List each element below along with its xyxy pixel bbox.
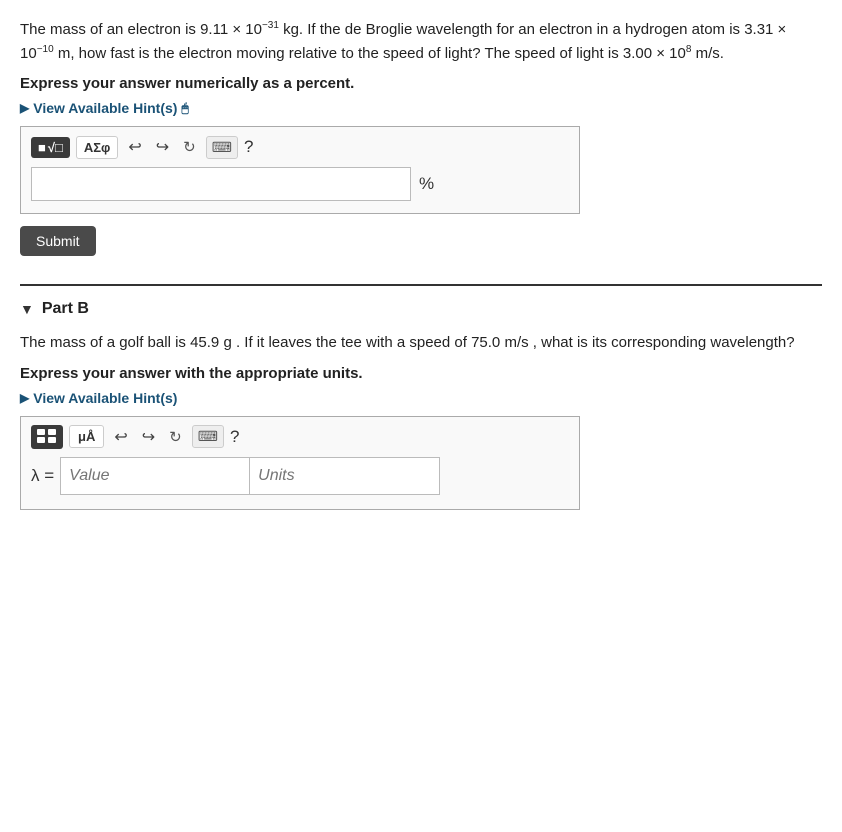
part-b-title: Part B <box>42 300 89 318</box>
units-input[interactable] <box>250 457 440 495</box>
keyboard-icon: ⌨ <box>212 139 232 155</box>
part-b-problem-text: The mass of a golf ball is 45.9 g . If i… <box>20 332 822 355</box>
part-a-answer-box: ■ √□ ΑΣφ ↩ ↪ ↻ ⌨ ? % <box>20 126 580 214</box>
keyboard-button[interactable]: ⌨ <box>206 136 238 159</box>
refresh-button[interactable]: ↻ <box>179 136 200 158</box>
help-icon[interactable]: ? <box>244 137 253 157</box>
part-b-instruction: Express your answer with the appropriate… <box>20 365 822 382</box>
part-b-label: ▼ Part B <box>20 300 822 318</box>
part-b-keyboard-button[interactable]: ⌨ <box>192 425 224 448</box>
part-b-hint-link-label: View Available Hint(s) <box>33 390 177 406</box>
part-b-answer-box: μÅ ↩ ↪ ↻ ⌨ ? λ = <box>20 416 580 510</box>
redo-button[interactable]: ↪ <box>152 135 173 159</box>
exponent-2: −10 <box>37 44 54 55</box>
section-divider <box>20 284 822 286</box>
hint-arrow-icon: ▶ <box>20 101 29 115</box>
mua-button[interactable]: μÅ <box>69 425 104 448</box>
part-a-unit-label: % <box>419 174 434 194</box>
sqrt-button[interactable]: ■ √□ <box>31 137 70 158</box>
exponent-1: −31 <box>262 20 279 31</box>
problem-text-1: The mass of an electron is 9.11 × 10 <box>20 21 262 38</box>
submit-button[interactable]: Submit <box>20 226 96 256</box>
part-a-answer-input[interactable] <box>31 167 411 201</box>
sqrt-label: √□ <box>48 140 63 155</box>
matrix-button[interactable] <box>31 425 63 449</box>
part-b-help-icon[interactable]: ? <box>230 427 239 447</box>
undo-button[interactable]: ↩ <box>124 135 145 159</box>
part-b-hint-arrow-icon: ▶ <box>20 391 29 405</box>
hint-cursor-icon: 🖱 <box>181 101 188 116</box>
part-b-refresh-button[interactable]: ↻ <box>165 426 186 448</box>
value-input[interactable] <box>60 457 250 495</box>
part-b-redo-button[interactable]: ↪ <box>138 425 159 449</box>
redo-icon: ↪ <box>156 139 169 156</box>
part-b-input-row: λ = <box>31 457 569 495</box>
matrix-grid-icon <box>37 429 57 445</box>
sqrt-icon: ■ <box>38 140 46 155</box>
part-b-arrow: ▼ <box>20 301 34 317</box>
problem-text-4: m/s. <box>691 45 724 62</box>
lambda-label: λ = <box>31 457 54 495</box>
mua-label: μÅ <box>78 429 95 444</box>
part-b-refresh-icon: ↻ <box>169 429 182 446</box>
part-a-hint-link[interactable]: ▶ View Available Hint(s) 🖱 <box>20 100 822 116</box>
part-b-redo-icon: ↪ <box>142 429 155 446</box>
part-a-input-row: % <box>31 167 569 201</box>
part-a-problem-text: The mass of an electron is 9.11 × 10−31 … <box>20 18 822 65</box>
part-a-toolbar: ■ √□ ΑΣφ ↩ ↪ ↻ ⌨ ? <box>31 135 569 159</box>
greek-button[interactable]: ΑΣφ <box>76 136 119 159</box>
problem-text-3: m, how fast is the electron moving relat… <box>54 45 686 62</box>
hint-link-label: View Available Hint(s) <box>33 100 177 116</box>
part-b-hint-link[interactable]: ▶ View Available Hint(s) <box>20 390 822 406</box>
refresh-icon: ↻ <box>183 139 196 156</box>
part-a-instruction: Express your answer numerically as a per… <box>20 75 822 92</box>
page: The mass of an electron is 9.11 × 10−31 … <box>0 0 842 832</box>
part-b-toolbar: μÅ ↩ ↪ ↻ ⌨ ? <box>31 425 569 449</box>
part-b-keyboard-icon: ⌨ <box>198 428 218 444</box>
undo-icon: ↩ <box>128 139 141 156</box>
greek-label: ΑΣφ <box>84 140 111 155</box>
part-b-undo-button[interactable]: ↩ <box>110 425 131 449</box>
part-b-undo-icon: ↩ <box>114 429 127 446</box>
